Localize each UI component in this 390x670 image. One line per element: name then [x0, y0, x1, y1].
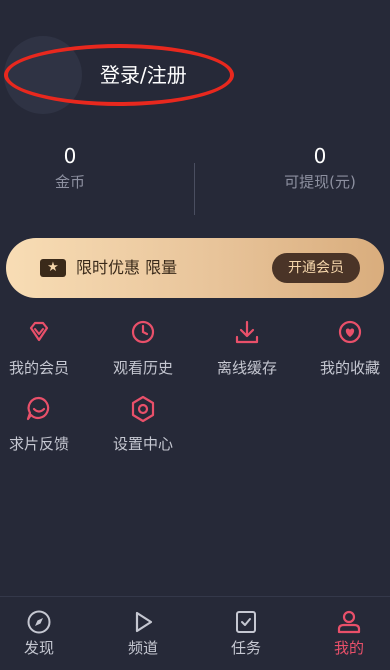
clock-icon [131, 320, 155, 344]
withdraw-label: 可提现(元) [284, 173, 356, 191]
menu-item-label: 我的会员 [8, 359, 69, 377]
profile-icon [337, 610, 361, 634]
menu-item-label: 观看历史 [112, 359, 173, 377]
stats-panel: 0 金币 0 可提现(元) [0, 143, 390, 223]
tab-channel[interactable]: 频道 [113, 609, 173, 658]
compass-icon [27, 610, 51, 634]
menu-item-settings[interactable]: 设置中心 [103, 394, 183, 454]
open-membership-button[interactable]: 开通会员 [272, 253, 360, 283]
menu-item-watch-history[interactable]: 观看历史 [103, 318, 183, 378]
tab-tasks[interactable]: 任务 [216, 609, 276, 658]
vip-promo-text: 限时优惠 限量 [76, 258, 178, 277]
tab-label: 发现 [23, 639, 54, 657]
withdraw-value: 0 [313, 144, 327, 168]
vip-promo-banner[interactable]: ★ 限时优惠 限量 开通会员 [6, 238, 384, 298]
tab-label: 任务 [230, 639, 261, 657]
coins-value: 0 [63, 144, 77, 168]
menu-item-label: 设置中心 [112, 435, 173, 453]
stats-divider [194, 163, 195, 215]
download-icon [235, 320, 259, 344]
heart-icon [338, 320, 362, 344]
tab-mine[interactable]: 我的 [319, 609, 379, 658]
menu-item-request-feedback[interactable]: 求片反馈 [0, 394, 79, 454]
menu-item-label: 我的收藏 [319, 359, 380, 377]
coins-label: 金币 [54, 173, 85, 191]
withdraw-stat[interactable]: 0 可提现(元) [250, 143, 390, 193]
task-icon [236, 611, 256, 633]
menu-item-my-membership[interactable]: 我的会员 [0, 318, 79, 378]
diamond-icon [29, 321, 49, 342]
play-icon [135, 611, 153, 633]
menu-item-label: 求片反馈 [8, 435, 69, 453]
tab-discover[interactable]: 发现 [9, 609, 69, 658]
bottom-tab-bar: 发现 频道 任务 我的 [0, 596, 390, 670]
tab-label: 频道 [127, 639, 158, 657]
login-register-link[interactable]: 登录/注册 [100, 62, 187, 88]
menu-item-my-favorites[interactable]: 我的收藏 [310, 318, 390, 378]
feedback-icon [26, 396, 50, 421]
menu-item-offline-cache[interactable]: 离线缓存 [207, 318, 287, 378]
menu-item-label: 离线缓存 [216, 359, 277, 377]
vip-ticket-icon: ★ [40, 259, 66, 277]
coins-stat[interactable]: 0 金币 [0, 143, 140, 193]
settings-icon [131, 395, 155, 423]
tab-label: 我的 [333, 639, 364, 657]
